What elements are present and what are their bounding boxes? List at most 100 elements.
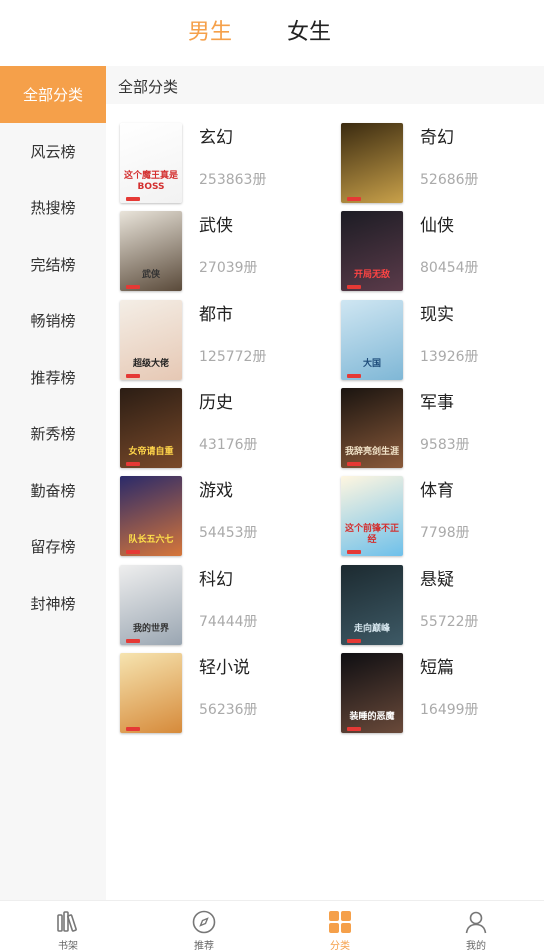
sidebar-item-retention[interactable]: 留存榜	[0, 518, 106, 575]
sidebar-item-newcomer[interactable]: 新秀榜	[0, 405, 106, 462]
category-panel: 全部分类 这个魔王真是BOSS 玄幻 253863册 奇幻 52686册 武侠 武侠 2703…	[106, 66, 544, 900]
publisher-badge	[347, 462, 361, 466]
compass-icon	[192, 910, 216, 934]
book-cover-title: 我辞亮剑生涯	[344, 447, 399, 457]
publisher-badge	[347, 639, 361, 643]
book-cover-title: 队长五六七	[128, 535, 174, 545]
user-icon	[465, 911, 487, 934]
category-item[interactable]: 奇幻 52686册	[341, 123, 544, 203]
book-cover: 我辞亮剑生涯	[341, 388, 403, 468]
category-name: 军事	[420, 393, 454, 413]
category-item[interactable]: 队长五六七 游戏 54453册	[120, 476, 330, 556]
nav-label-bookshelf: 书架	[58, 941, 78, 951]
publisher-badge	[347, 285, 361, 289]
sidebar-item-hall-of-fame[interactable]: 封神榜	[0, 575, 106, 632]
category-name: 现实	[420, 305, 454, 325]
book-cover	[120, 653, 182, 733]
publisher-badge	[347, 727, 361, 731]
category-grid-icon	[329, 911, 351, 933]
category-book-count: 9583册	[420, 437, 470, 453]
book-cover: 装睡的恶魔	[341, 653, 403, 733]
book-cover: 这个前锋不正经	[341, 476, 403, 556]
category-name: 游戏	[199, 481, 233, 501]
book-cover-title: 装睡的恶魔	[349, 712, 395, 722]
category-item[interactable]: 我的世界 科幻 74444册	[120, 565, 330, 645]
book-cover-title: 走向巅峰	[353, 624, 390, 634]
category-item[interactable]: 超级大佬 都市 125772册	[120, 300, 330, 380]
book-cover: 这个魔王真是BOSS	[120, 123, 182, 203]
category-name: 短篇	[420, 658, 454, 678]
category-book-count: 13926册	[420, 349, 479, 365]
category-item[interactable]: 女帝请自重 历史 43176册	[120, 388, 330, 468]
nav-category[interactable]: 分类	[272, 901, 408, 951]
category-name: 奇幻	[420, 128, 454, 148]
category-book-count: 54453册	[199, 525, 258, 541]
publisher-badge	[126, 727, 140, 731]
category-name: 玄幻	[199, 128, 233, 148]
sidebar-item-fengyun[interactable]: 风云榜	[0, 123, 106, 180]
nav-bookshelf[interactable]: 书架	[0, 901, 136, 951]
gender-tabs: 男生 女生	[0, 0, 544, 66]
category-item[interactable]: 走向巅峰 悬疑 55722册	[341, 565, 544, 645]
publisher-badge	[126, 462, 140, 466]
category-item[interactable]: 大国 现实 13926册	[341, 300, 544, 380]
bottom-nav: 书架 推荐 分类 我的	[0, 900, 544, 951]
book-cover-title: 我的世界	[132, 624, 169, 634]
section-title: 全部分类	[118, 78, 179, 96]
book-cover: 女帝请自重	[120, 388, 182, 468]
section-header: 全部分类	[106, 66, 544, 104]
category-book-count: 80454册	[420, 260, 479, 276]
publisher-badge	[126, 550, 140, 554]
sidebar-item-completed[interactable]: 完结榜	[0, 236, 106, 293]
category-book-count: 27039册	[199, 260, 258, 276]
category-item[interactable]: 轻小说 56236册	[120, 653, 330, 733]
tab-female[interactable]: 女生	[287, 18, 331, 48]
category-item[interactable]: 这个前锋不正经 体育 7798册	[341, 476, 544, 556]
book-cover: 超级大佬	[120, 300, 182, 380]
category-book-count: 52686册	[420, 172, 479, 188]
category-book-count: 253863册	[199, 172, 267, 188]
category-item[interactable]: 武侠 武侠 27039册	[120, 211, 330, 291]
category-name: 体育	[420, 481, 454, 501]
category-book-count: 56236册	[199, 702, 258, 718]
nav-recommend[interactable]: 推荐	[136, 901, 272, 951]
book-cover: 开局无敌	[341, 211, 403, 291]
category-item[interactable]: 开局无敌 仙侠 80454册	[341, 211, 544, 291]
book-cover-title: 女帝请自重	[128, 447, 174, 457]
sidebar-item-bestseller[interactable]: 畅销榜	[0, 292, 106, 349]
category-name: 科幻	[199, 570, 233, 590]
category-book-count: 74444册	[199, 614, 258, 630]
category-item[interactable]: 我辞亮剑生涯 军事 9583册	[341, 388, 544, 468]
category-item[interactable]: 装睡的恶魔 短篇 16499册	[341, 653, 544, 733]
publisher-badge	[126, 639, 140, 643]
category-name: 仙侠	[420, 216, 454, 236]
category-name: 都市	[199, 305, 233, 325]
publisher-badge	[347, 197, 361, 201]
publisher-badge	[126, 197, 140, 201]
category-name: 悬疑	[420, 570, 454, 590]
category-book-count: 55722册	[420, 614, 479, 630]
tab-male[interactable]: 男生	[188, 18, 232, 48]
book-cover: 大国	[341, 300, 403, 380]
book-cover-title: 武侠	[141, 270, 160, 280]
nav-mine[interactable]: 我的	[408, 901, 544, 951]
category-name: 武侠	[199, 216, 233, 236]
sidebar-item-hot-search[interactable]: 热搜榜	[0, 179, 106, 236]
sidebar-item-all-categories[interactable]: 全部分类	[0, 66, 106, 123]
category-item[interactable]: 这个魔王真是BOSS 玄幻 253863册	[120, 123, 330, 203]
bookshelf-icon	[57, 911, 77, 932]
book-cover-title: 超级大佬	[132, 359, 169, 369]
category-name: 轻小说	[199, 658, 250, 678]
sidebar-item-recommend[interactable]: 推荐榜	[0, 349, 106, 406]
book-cover-title: 这个魔王真是BOSS	[123, 171, 178, 192]
sidebar: 全部分类 风云榜 热搜榜 完结榜 畅销榜 推荐榜 新秀榜 勤奋榜 留存榜 封神榜	[0, 66, 106, 900]
book-cover: 武侠	[120, 211, 182, 291]
book-cover: 我的世界	[120, 565, 182, 645]
book-cover: 队长五六七	[120, 476, 182, 556]
category-book-count: 16499册	[420, 702, 479, 718]
publisher-badge	[347, 550, 361, 554]
sidebar-item-diligent[interactable]: 勤奋榜	[0, 462, 106, 519]
book-cover	[341, 123, 403, 203]
book-cover-title: 这个前锋不正经	[344, 524, 399, 545]
publisher-badge	[126, 374, 140, 378]
